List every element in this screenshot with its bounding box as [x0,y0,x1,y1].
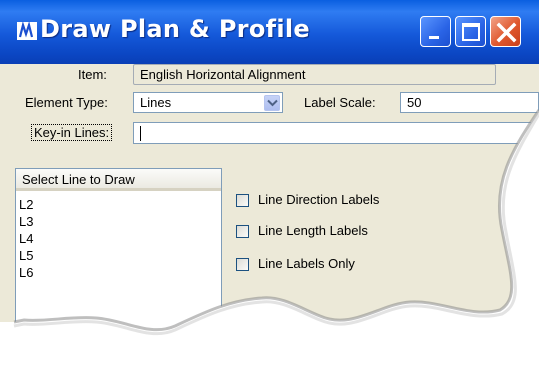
torn-edge-shadow [13,109,539,336]
screenshot: Draw Plan & Profile Item: English Horizo… [0,0,539,351]
